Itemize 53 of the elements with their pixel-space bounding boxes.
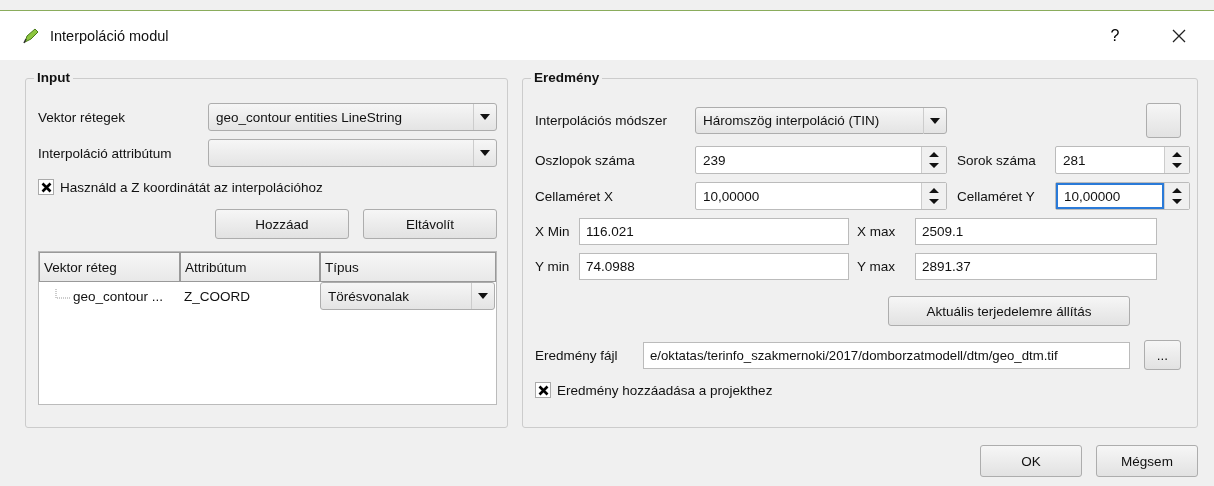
close-icon — [1172, 28, 1186, 43]
dialog-button[interactable]: OK — [980, 445, 1082, 477]
column-header[interactable]: Vektor réteg — [39, 252, 180, 282]
spin-field[interactable]: 10,00000 — [1055, 182, 1190, 210]
caret-icon — [473, 140, 490, 166]
spin-field[interactable]: 10,00000 — [695, 182, 947, 210]
column-header[interactable]: Típus — [320, 252, 496, 282]
spin-field[interactable]: 239 — [695, 146, 947, 174]
spin-field[interactable]: 281 — [1055, 146, 1190, 174]
table-cell: geo_contour ... — [73, 288, 164, 304]
window-title: Interpoláció modul — [50, 27, 169, 44]
checkbox-label: Használd a Z koordinátát az interpolációhoz — [60, 179, 323, 195]
layer-dropdown[interactable]: geo_contour entities LineString — [208, 103, 497, 131]
browse-button[interactable]: ... — [1144, 340, 1181, 370]
caret-icon — [923, 107, 940, 134]
field-label: Cellaméret Y — [957, 188, 1036, 204]
field-label: X Min — [535, 224, 571, 239]
help-button[interactable]: ? — [1098, 20, 1132, 51]
spin-arrows-icon — [1172, 150, 1182, 170]
checkbox-label: Eredmény hozzáadása a projekthez — [557, 382, 773, 398]
method-dropdown[interactable]: Háromszög interpoláció (TIN) — [695, 107, 947, 134]
pencil-leaf-icon — [22, 26, 40, 45]
spin-arrows-icon — [929, 186, 939, 206]
field-label: Sorok száma — [957, 152, 1037, 168]
type-dropdown[interactable]: Törésvonalak — [320, 282, 495, 310]
input-field[interactable]: 116.021 — [579, 218, 849, 245]
caret-icon — [471, 283, 488, 309]
group-title: Eredmény — [531, 70, 603, 85]
input-field[interactable]: 74.0988 — [579, 253, 849, 280]
file-path-field[interactable]: e/oktatas/terinfo_szakmernoki/2017/domborzatmodell/dtm/geo_dtm.tif — [643, 341, 1130, 369]
caret-icon — [473, 104, 490, 130]
spin-arrows-icon — [929, 150, 939, 170]
field-label: Interpoláció attribútum — [38, 145, 173, 161]
input-field[interactable]: 2509.1 — [915, 218, 1157, 245]
field-label: Y min — [535, 259, 571, 274]
dialog-button[interactable]: Mégsem — [1096, 445, 1198, 477]
column-header[interactable]: Attribútum — [180, 252, 320, 282]
set-extent-button[interactable]: Aktuális terjedelemre állítás — [888, 296, 1130, 326]
field-label: Vektor rétegek — [38, 109, 127, 125]
checkbox[interactable] — [38, 179, 54, 195]
input-field[interactable]: 2891.37 — [915, 253, 1157, 280]
field-label: Y max — [857, 259, 896, 274]
field-label: Eredmény fájl — [535, 347, 619, 363]
group-title: Input — [34, 70, 73, 85]
field-label: Interpolációs módszer — [535, 113, 669, 128]
spin-arrows-icon — [1172, 186, 1182, 206]
table-cell-text: Z_COORD — [183, 288, 251, 304]
field-label: X max — [857, 224, 897, 239]
action-button[interactable]: Hozzáad — [215, 209, 349, 239]
field-label: Oszlopok száma — [535, 152, 636, 168]
field-label: Cellaméret X — [535, 188, 615, 204]
action-button[interactable]: Eltávolít — [363, 209, 497, 239]
checkbox[interactable] — [535, 382, 551, 398]
